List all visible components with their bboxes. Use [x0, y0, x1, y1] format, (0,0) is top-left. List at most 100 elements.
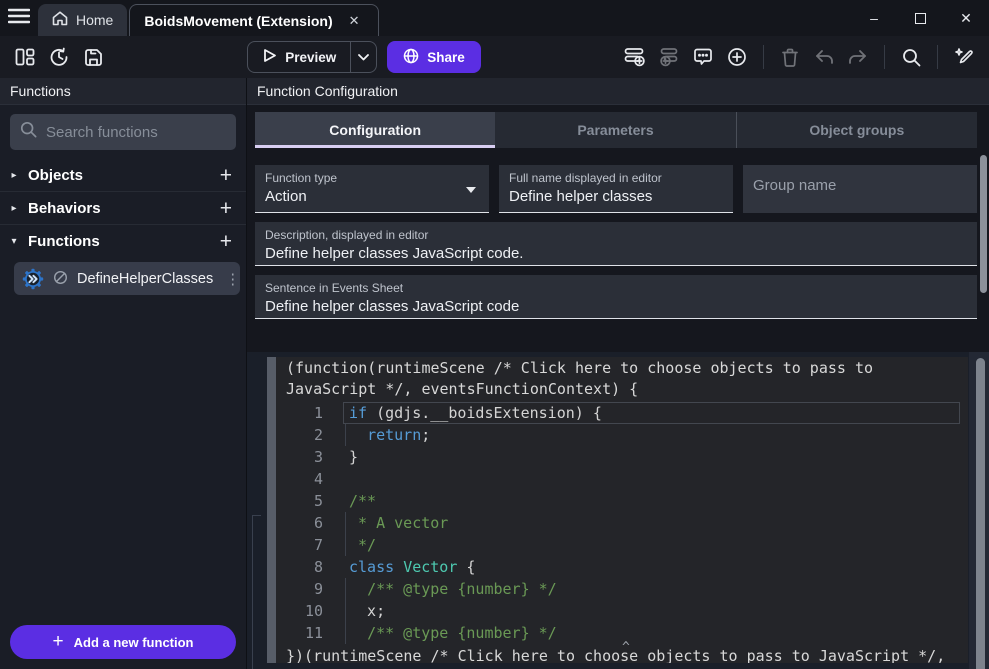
- minimize-icon: –: [870, 10, 878, 26]
- tab-object-groups[interactable]: Object groups: [737, 112, 977, 148]
- line-code[interactable]: }: [323, 446, 968, 468]
- tab-close-icon[interactable]: ✕: [345, 11, 364, 31]
- search-functions-input[interactable]: Search functions: [10, 114, 236, 150]
- code-line[interactable]: 9 /** @type {number} */: [276, 578, 968, 600]
- main-menu-button[interactable]: [0, 0, 38, 36]
- code-line[interactable]: 10 x;: [276, 600, 968, 622]
- add-function-button[interactable]: +: [218, 231, 234, 252]
- field-label: Description, displayed in editor: [265, 228, 967, 242]
- tab-boidsmovement[interactable]: BoidsMovement (Extension) ✕: [129, 4, 378, 36]
- add-event-icon: [624, 47, 646, 67]
- redo-button[interactable]: [843, 42, 873, 72]
- globe-icon: [403, 48, 419, 67]
- add-event-button[interactable]: [620, 42, 650, 72]
- tab-home[interactable]: Home: [38, 4, 127, 36]
- add-comment-button[interactable]: [688, 42, 718, 72]
- add-behavior-button[interactable]: +: [218, 198, 234, 219]
- line-code[interactable]: * A vector: [323, 512, 968, 534]
- field-value: Action: [265, 188, 479, 205]
- close-button[interactable]: ✕: [943, 0, 989, 36]
- description-field[interactable]: Description, displayed in editor Define …: [255, 222, 977, 266]
- redo-icon: [848, 49, 868, 66]
- add-subevent-button[interactable]: [654, 42, 684, 72]
- preview-button[interactable]: Preview: [248, 42, 350, 72]
- maximize-button[interactable]: [897, 0, 943, 36]
- line-code[interactable]: return;: [323, 424, 968, 446]
- line-code[interactable]: x;: [323, 600, 968, 622]
- titlebar: Home BoidsMovement (Extension) ✕ – ✕: [0, 0, 989, 36]
- function-action-icon: [22, 268, 44, 290]
- search-placeholder: Search functions: [46, 124, 158, 141]
- tree-label: Objects: [28, 167, 210, 184]
- undo-icon: [814, 49, 834, 66]
- event-drag-handle[interactable]: [267, 357, 276, 663]
- field-label: Full name displayed in editor: [509, 171, 723, 185]
- line-code[interactable]: /**: [323, 490, 968, 512]
- sidebar-item-objects[interactable]: ▸ Objects +: [0, 159, 246, 192]
- history-button[interactable]: [44, 42, 74, 72]
- line-code[interactable]: if (gdjs.__boidsExtension) {: [323, 402, 968, 424]
- tab-label: Configuration: [329, 122, 421, 138]
- line-number: 10: [276, 600, 323, 622]
- js-code-editor[interactable]: (function(runtimeScene /* Click here to …: [276, 357, 968, 663]
- function-item-label: DefineHelperClasses: [77, 271, 213, 287]
- chevron-right-icon[interactable]: ▸: [8, 170, 20, 181]
- full-name-field[interactable]: Full name displayed in editor Define hel…: [499, 165, 733, 213]
- private-icon: [53, 270, 68, 288]
- code-line[interactable]: 2 return;: [276, 424, 968, 446]
- open-panels-button[interactable]: [10, 42, 40, 72]
- group-name-field[interactable]: Group name: [743, 165, 977, 213]
- more-vertical-icon[interactable]: ⋮: [222, 270, 243, 288]
- code-line[interactable]: 7 */: [276, 534, 968, 556]
- play-icon: [262, 48, 277, 66]
- events-scrollbar-track: [969, 352, 989, 669]
- tab-label: Parameters: [577, 122, 653, 138]
- fields-row: Function type Action Full name displayed…: [255, 165, 977, 213]
- share-button[interactable]: Share: [387, 41, 481, 73]
- line-number: 4: [276, 468, 323, 490]
- sidebar-item-functions[interactable]: ▾ Functions +: [0, 225, 246, 258]
- minimize-button[interactable]: –: [851, 0, 897, 36]
- line-code[interactable]: class Vector {: [323, 556, 968, 578]
- code-line[interactable]: 1if (gdjs.__boidsExtension) {: [276, 402, 968, 424]
- add-new-function-button[interactable]: + Add a new function: [10, 625, 236, 659]
- save-button[interactable]: [78, 42, 108, 72]
- events-scrollbar-thumb[interactable]: [976, 358, 985, 669]
- search-icon: [902, 48, 921, 67]
- code-line[interactable]: 6 * A vector: [276, 512, 968, 534]
- preview-button-label: Preview: [285, 50, 336, 65]
- close-icon: ✕: [960, 10, 972, 27]
- line-code[interactable]: /** @type {number} */: [323, 622, 968, 644]
- code-line[interactable]: 3}: [276, 446, 968, 468]
- tab-parameters[interactable]: Parameters: [495, 112, 735, 148]
- undo-button[interactable]: [809, 42, 839, 72]
- delete-button[interactable]: [775, 42, 805, 72]
- code-wrapper-header[interactable]: (function(runtimeScene /* Click here to …: [276, 357, 966, 400]
- line-code[interactable]: [323, 468, 968, 490]
- function-item-selected[interactable]: DefineHelperClasses ⋮: [14, 262, 240, 295]
- chevron-right-icon[interactable]: ▸: [8, 203, 20, 214]
- configuration-section: Configuration Parameters Object groups F…: [247, 105, 989, 352]
- config-scrollbar[interactable]: [980, 155, 987, 293]
- code-footer-text[interactable]: })(runtimeScene /* Click here to choose …: [286, 647, 945, 663]
- code-line[interactable]: 5/**: [276, 490, 968, 512]
- choose-event-button[interactable]: [722, 42, 752, 72]
- sentence-field[interactable]: Sentence in Events Sheet Define helper c…: [255, 275, 977, 319]
- tree-label: Behaviors: [28, 200, 210, 217]
- sidebar-item-behaviors[interactable]: ▸ Behaviors +: [0, 192, 246, 225]
- tab-configuration[interactable]: Configuration: [255, 112, 495, 148]
- editor-resize-caret[interactable]: ^: [622, 640, 630, 655]
- function-configuration-header: Function Configuration: [247, 78, 989, 105]
- chevron-down-icon[interactable]: ▾: [8, 236, 20, 247]
- home-tab-label: Home: [76, 12, 113, 28]
- function-type-select[interactable]: Function type Action: [255, 165, 489, 213]
- line-code[interactable]: */: [323, 534, 968, 556]
- search-events-button[interactable]: [896, 42, 926, 72]
- tab-label: Object groups: [809, 122, 904, 138]
- line-code[interactable]: /** @type {number} */: [323, 578, 968, 600]
- code-line[interactable]: 4: [276, 468, 968, 490]
- add-object-button[interactable]: +: [218, 165, 234, 186]
- edit-settings-button[interactable]: [949, 42, 979, 72]
- preview-options-button[interactable]: [350, 42, 376, 72]
- code-line[interactable]: 8class Vector {: [276, 556, 968, 578]
